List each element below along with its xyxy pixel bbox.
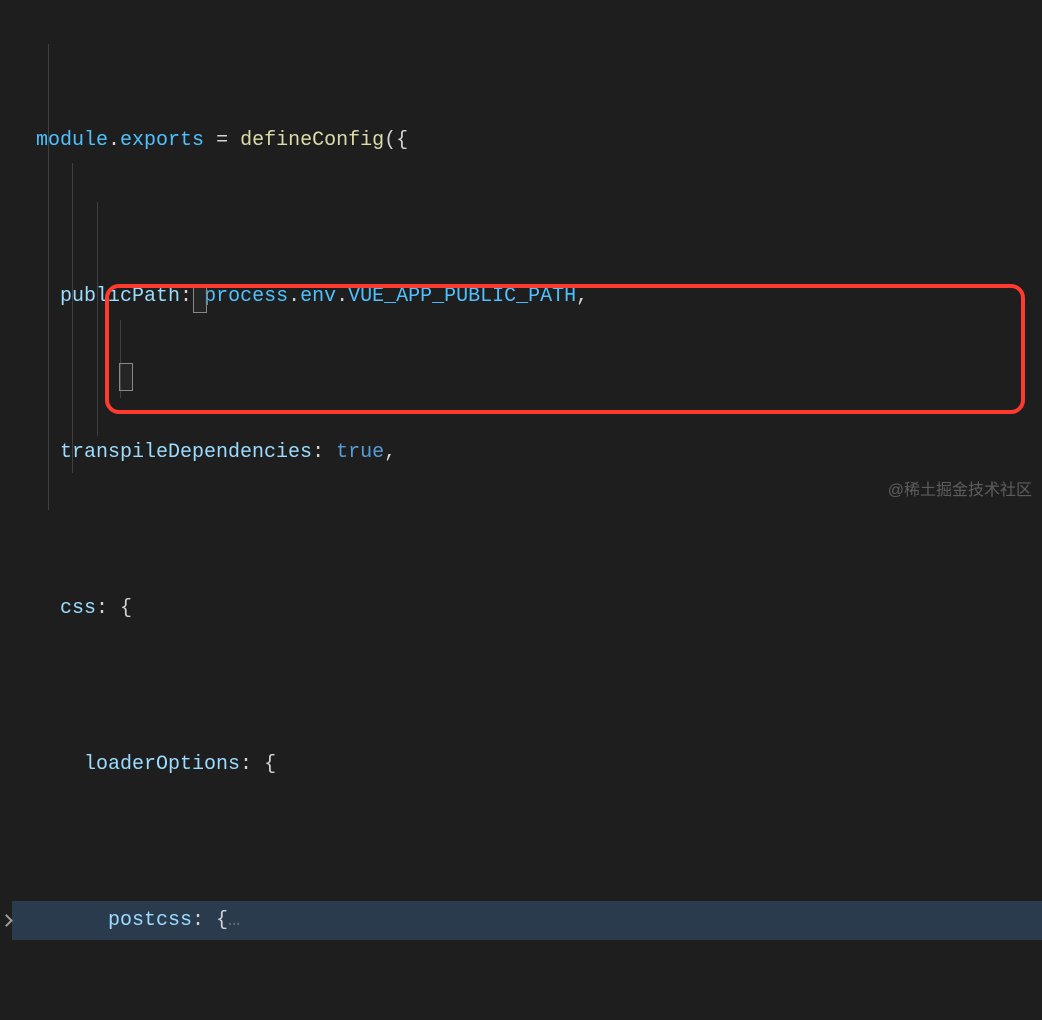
token-true: true	[336, 441, 384, 464]
token-transpile: transpileDependencies	[60, 441, 312, 464]
code-editor[interactable]: module.exports = defineConfig({ publicPa…	[0, 0, 1042, 1020]
token-dot: .	[288, 285, 300, 308]
token-brace: {	[264, 753, 276, 776]
token-vue-const: VUE_APP_PUBLIC_PATH	[348, 285, 576, 308]
bracket-match-close	[119, 363, 133, 391]
token-brace: {	[120, 597, 132, 620]
bracket-match-open	[193, 285, 207, 313]
code-line: loaderOptions: {	[12, 745, 1042, 784]
token-colon: :	[96, 597, 120, 620]
fold-ellipsis[interactable]: …	[228, 909, 240, 932]
token-postcss: postcss	[108, 909, 192, 932]
token-exports: exports	[120, 129, 204, 152]
code-line: publicPath: process.env.VUE_APP_PUBLIC_P…	[12, 277, 1042, 316]
watermark: @稀土掘金技术社区	[888, 475, 1032, 506]
token-eq: =	[204, 129, 240, 152]
token-colon: :	[240, 753, 264, 776]
token-defineConfig: defineConfig	[240, 129, 384, 152]
token-dot: .	[336, 285, 348, 308]
token-env: env	[300, 285, 336, 308]
token-colon: :	[192, 909, 216, 932]
token-process: process	[204, 285, 288, 308]
token-comma: ,	[384, 441, 396, 464]
code-line: module.exports = defineConfig({	[12, 121, 1042, 160]
code-line: transpileDependencies: true,	[12, 433, 1042, 472]
token-dot: .	[108, 129, 120, 152]
code-line: css: {	[12, 589, 1042, 628]
token-colon: :	[312, 441, 336, 464]
fold-icon[interactable]	[0, 901, 12, 940]
token-brace: {	[216, 909, 228, 932]
code-line-folded[interactable]: postcss: {…	[12, 901, 1042, 940]
token-publicPath: publicPath	[60, 285, 180, 308]
token-open: ({	[384, 129, 408, 152]
token-comma: ,	[576, 285, 588, 308]
token-loaderOptions: loaderOptions	[84, 753, 240, 776]
token-module: module	[36, 129, 108, 152]
token-css: css	[60, 597, 96, 620]
